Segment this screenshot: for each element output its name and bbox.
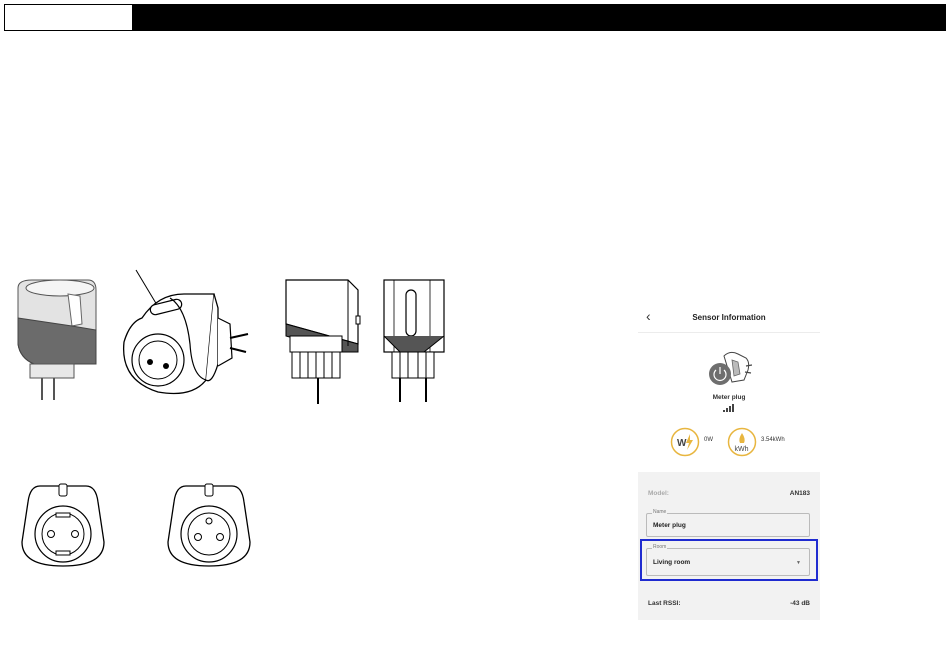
plug-front-perspective-illustration [122,269,249,395]
plug-side-view-illustration [285,279,361,404]
svg-text:W: W [677,438,687,449]
header-tab [5,5,133,30]
model-value: AN183 [789,490,810,497]
screen-header: ‹ Sensor Information [638,302,820,333]
power-value: 0W [704,437,713,443]
socket-type-f-illustration [21,483,105,567]
plug-side-perspective-illustration [17,279,97,400]
rssi-label: Last RSSI: [648,600,681,607]
name-field-value: Meter plug [653,522,686,529]
signal-strength-icon [723,404,734,412]
watt-lightning-icon: W [670,427,700,457]
kwh-drop-icon: kWh [727,427,757,457]
device-name: Meter plug [712,394,746,401]
header-bar [4,4,946,31]
name-field[interactable]: Name Meter plug [646,509,810,537]
model-label: Model: [648,490,669,497]
screen-title: Sensor Information [692,313,766,322]
room-field-highlight [640,539,818,581]
name-field-label: Name [652,509,668,515]
energy-value: 3.54kWh [761,437,785,443]
socket-type-e-illustration [167,483,251,567]
meter-plug-icon [709,351,752,385]
plug-back-view-illustration [383,279,445,402]
svg-text:kWh: kWh [735,446,749,453]
rssi-value: -43 dB [790,600,810,607]
